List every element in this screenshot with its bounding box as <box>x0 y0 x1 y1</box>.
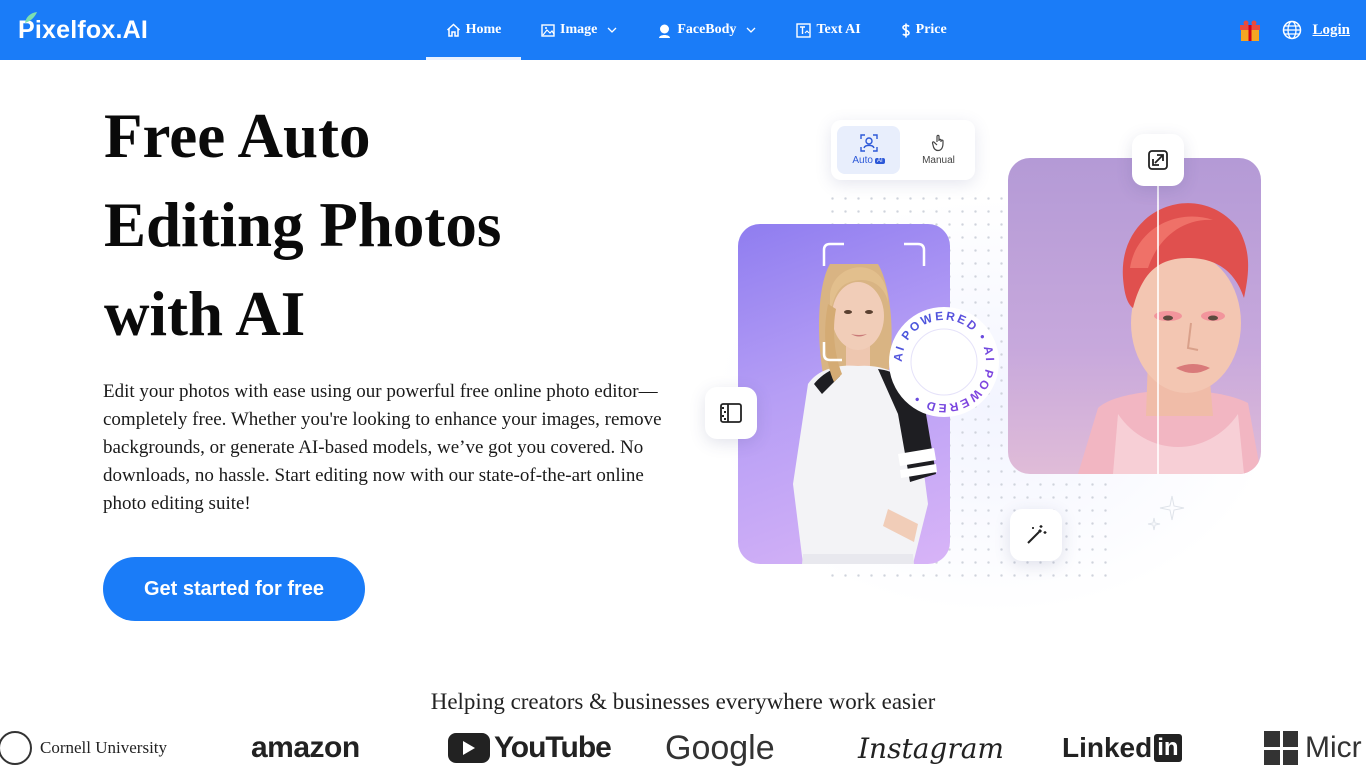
logo-linkedin-in: in <box>1154 734 1182 762</box>
cornell-seal-icon <box>0 731 32 765</box>
logo-microsoft: Micr <box>1264 728 1362 768</box>
dollar-icon <box>901 23 910 37</box>
logo-youtube: YouTube <box>448 728 612 768</box>
main-menu: Home Image FaceBody Text AI Price <box>426 0 947 60</box>
nav-image-label: Image <box>560 22 598 37</box>
expand-icon <box>1148 150 1168 170</box>
mode-manual-button[interactable]: Manual <box>907 126 970 174</box>
nav-item-home[interactable]: Home <box>426 0 521 60</box>
sparkle-icon <box>1147 495 1185 531</box>
ai-chip: AI <box>874 158 885 164</box>
mode-toggle: Auto AI Manual <box>831 120 975 180</box>
compare-icon <box>720 403 742 423</box>
logo-linkedin: Linked in <box>1062 728 1182 768</box>
nav-price-label: Price <box>915 22 947 37</box>
nav-item-facebody[interactable]: FaceBody <box>657 0 756 60</box>
logo-amazon: amazon <box>251 731 360 764</box>
logo-cornell: Cornell University <box>0 728 167 768</box>
sample-photo-woman-redhair <box>1008 158 1261 474</box>
chevron-down-icon <box>746 27 756 33</box>
top-navbar: Pixelfox.AI Home Image FaceBody Text AI … <box>0 0 1366 60</box>
hero-title-line: with AI <box>104 279 306 349</box>
globe-icon[interactable] <box>1282 20 1302 40</box>
face-scan-icon <box>859 134 878 152</box>
mode-auto-label: Auto <box>852 155 873 166</box>
compare-divider[interactable] <box>1157 158 1159 474</box>
logo-youtube-text: YouTube <box>494 731 612 764</box>
magic-wand-icon <box>1027 525 1047 544</box>
hand-pointer-icon <box>931 134 944 152</box>
mode-manual-label: Manual <box>922 155 955 166</box>
logo-microsoft-text: Micr <box>1305 731 1362 764</box>
pixelfox-logo[interactable]: Pixelfox.AI <box>18 12 148 46</box>
hero-title-line: Editing Photos <box>104 190 502 260</box>
logo-linkedin-text: Linked <box>1062 732 1153 763</box>
nav-text-ai-label: Text AI <box>816 22 861 37</box>
face-icon <box>659 24 671 38</box>
hero-illustration: Auto AI Manual AI POWERED • AI POWERED • <box>700 96 1290 616</box>
logo-cornell-text: Cornell University <box>40 738 168 757</box>
login-link[interactable]: Login <box>1312 22 1350 39</box>
home-icon <box>446 23 460 37</box>
partner-logos: Cornell University amazon YouTube Google… <box>0 728 1366 768</box>
gift-icon[interactable] <box>1238 19 1261 41</box>
hero-title-line: Free Auto <box>104 101 371 171</box>
hero-title: Free Auto Editing Photos with AI <box>104 92 664 359</box>
image-icon <box>541 23 555 37</box>
magic-wand-button[interactable] <box>1010 509 1062 561</box>
leaf-icon <box>25 12 37 23</box>
logo-instagram: Instagram <box>858 731 1004 765</box>
nav-item-text-ai[interactable]: Text AI <box>796 0 861 60</box>
compare-button[interactable] <box>705 387 757 439</box>
trust-heading: Helping creators & businesses everywhere… <box>430 689 936 714</box>
nav-item-price[interactable]: Price <box>901 0 947 60</box>
logo-google: Google <box>665 728 775 767</box>
get-started-button[interactable]: Get started for free <box>103 557 365 621</box>
nav-actions: Login <box>1238 0 1350 60</box>
youtube-play-icon <box>448 733 490 763</box>
hero-description: Edit your photos with ease using our pow… <box>103 381 662 514</box>
text-ai-icon <box>796 22 812 38</box>
nav-item-image[interactable]: Image <box>541 0 617 60</box>
microsoft-grid-icon <box>1264 731 1298 765</box>
nav-facebody-label: FaceBody <box>677 22 737 37</box>
ai-powered-badge: AI POWERED • AI POWERED • <box>889 307 999 417</box>
chevron-down-icon <box>607 27 617 33</box>
mode-auto-button[interactable]: Auto AI <box>837 126 900 174</box>
nav-home-label: Home <box>465 22 502 37</box>
expand-button[interactable] <box>1132 134 1184 186</box>
